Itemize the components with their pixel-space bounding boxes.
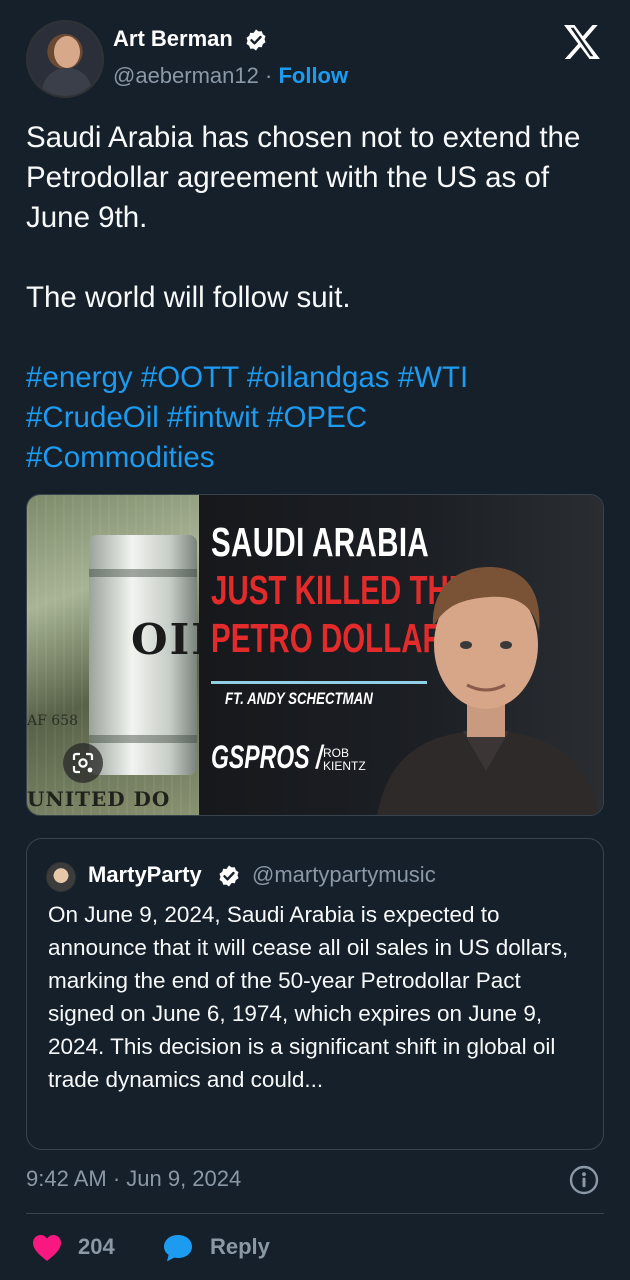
tweet-timestamp[interactable]: 9:42 AM · Jun 9, 2024 — [26, 1166, 241, 1192]
handle-separator: · — [265, 63, 273, 88]
hashtag-commodities[interactable]: #Commodities — [26, 441, 215, 474]
verified-badge-icon — [246, 29, 266, 51]
guest-portrait-image — [377, 567, 599, 815]
reply-button[interactable]: Reply — [210, 1234, 270, 1260]
reply-bubble-icon[interactable] — [162, 1233, 194, 1263]
media-thumbnail[interactable]: OIL AF 658 UNITED DO SAUDI ARABIA JUST K… — [26, 494, 604, 816]
hashtag-line-3: #Commodities — [26, 438, 606, 478]
hashtag-oott[interactable]: #OOTT — [141, 361, 239, 394]
info-icon[interactable] — [569, 1165, 599, 1195]
hashtag-crudeoil[interactable]: #CrudeOil — [26, 401, 159, 434]
quoted-author-avatar[interactable] — [46, 862, 76, 892]
heart-icon[interactable] — [32, 1234, 62, 1262]
bill-serial: AF 658 — [27, 713, 78, 729]
actions-divider — [26, 1213, 604, 1214]
author-name[interactable]: Art Berman — [113, 26, 233, 52]
hashtag-fintwit[interactable]: #fintwit — [167, 401, 259, 434]
tweet-paragraph-1: Saudi Arabia has chosen not to extend th… — [26, 121, 581, 234]
quoted-author-name[interactable]: MartyParty — [88, 862, 202, 888]
quoted-verified-badge-icon — [219, 865, 239, 887]
follow-button[interactable]: Follow — [278, 63, 348, 88]
thumbnail-featuring: FT. ANDY SCHECTMAN — [225, 689, 373, 708]
bill-caption: UNITED DO — [27, 787, 171, 811]
hashtag-opec[interactable]: #OPEC — [267, 401, 367, 434]
hashtag-wti[interactable]: #WTI — [398, 361, 468, 394]
tweet-paragraph-2: The world will follow suit. — [26, 281, 351, 314]
thumbnail-channel: GSPROS / — [211, 739, 323, 775]
google-lens-icon[interactable] — [63, 743, 103, 783]
hashtag-line-1: #energy #OOTT #oilandgas #WTI — [26, 358, 606, 398]
hashtag-oilandgas[interactable]: #oilandgas — [247, 361, 390, 394]
author-handle-row: @aeberman12 · Follow — [113, 63, 348, 89]
like-count[interactable]: 204 — [78, 1234, 115, 1260]
x-logo-icon[interactable] — [562, 24, 602, 60]
tweet-text: Saudi Arabia has chosen not to extend th… — [26, 118, 606, 478]
quoted-author-handle[interactable]: @martypartymusic — [252, 862, 436, 888]
author-handle[interactable]: @aeberman12 — [113, 63, 259, 88]
hashtag-energy[interactable]: #energy — [26, 361, 133, 394]
author-avatar[interactable] — [26, 20, 104, 98]
quoted-tweet-text: On June 9, 2024, Saudi Arabia is expecte… — [48, 902, 569, 1092]
hashtag-line-2: #CrudeOil #fintwit #OPEC — [26, 398, 606, 438]
